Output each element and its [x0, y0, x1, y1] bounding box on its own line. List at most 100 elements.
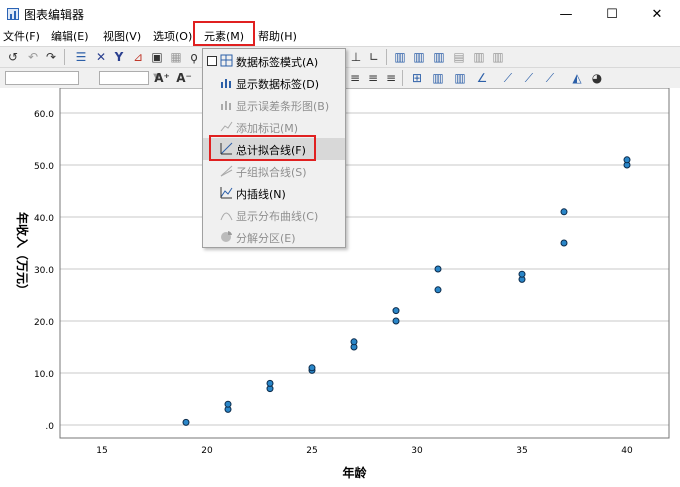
menu-item-label: 添加标记(M) — [236, 122, 299, 135]
data-point[interactable] — [392, 307, 400, 315]
data-point[interactable] — [518, 270, 526, 278]
explode-slice-icon — [220, 230, 233, 243]
toolbar-separator — [64, 49, 65, 65]
show-bars-icon[interactable]: ▥ — [431, 71, 445, 85]
font-size-field[interactable] — [99, 71, 149, 85]
menu-bar: 文件(F) 编辑(E) 视图(V) 选项(O) 元素(M) 帮助(H) — [0, 28, 680, 46]
increase-font-icon[interactable]: A⁺ — [154, 71, 170, 85]
align-left-icon[interactable]: ≡ — [348, 71, 362, 85]
data-point[interactable] — [308, 364, 316, 372]
menu-edit[interactable]: 编辑(E) — [51, 29, 89, 45]
fit-total-icon[interactable]: ⟋ — [501, 71, 515, 85]
minimize-icon: — — [559, 6, 573, 22]
show-data-labels-icon — [220, 76, 233, 89]
fit-line-highlight — [209, 135, 316, 161]
lasso-icon[interactable]: ϙ — [187, 50, 201, 64]
boxplot-icon[interactable]: ▤ — [452, 50, 466, 64]
menu-item-error-bars[interactable]: 显示误差条形图(B) — [203, 94, 345, 116]
menu-item-label: 数据标签模式(A) — [236, 56, 319, 69]
close-button[interactable]: ✕ — [634, 0, 680, 28]
data-point[interactable] — [560, 239, 568, 247]
data-label-mode-icon — [220, 54, 233, 67]
menu-item-explode-slice[interactable]: 分解分区(E) — [203, 226, 345, 248]
interpolation-line-icon — [220, 186, 233, 199]
checkbox-icon[interactable] — [207, 56, 217, 66]
x-tick-label: 15 — [96, 446, 107, 456]
decrease-font-icon[interactable]: A⁻ — [176, 71, 192, 85]
y-tick-label: 50.0 — [34, 162, 54, 172]
line-icon[interactable]: ∠ — [475, 71, 489, 85]
toolbar-separator — [386, 49, 387, 65]
fit-subgroups-icon[interactable]: ⟋ — [522, 71, 536, 85]
grid-icon[interactable]: ▦ — [169, 50, 183, 64]
data-point[interactable] — [434, 286, 442, 294]
area-chart-icon[interactable]: ▥ — [472, 50, 486, 64]
close-icon: ✕ — [651, 6, 663, 22]
error-bars-icon — [220, 98, 233, 111]
pie-explode-icon[interactable]: ◕ — [590, 71, 604, 85]
x-axis-title[interactable]: 年龄 — [342, 465, 367, 480]
data-point[interactable] — [266, 379, 274, 387]
forward-icon[interactable]: ↷ — [44, 50, 58, 64]
add-markers-icon — [220, 120, 233, 133]
data-point[interactable] — [623, 156, 631, 164]
filter-icon[interactable]: Y — [112, 50, 126, 64]
x-axis-icon[interactable]: ⊥ — [349, 50, 363, 64]
undo-icon[interactable]: ↺ — [6, 50, 20, 64]
histogram-icon[interactable]: ▥ — [432, 50, 446, 64]
menu-item-fit-line-subgroups[interactable]: 子组拟合线(S) — [203, 160, 345, 182]
delete-icon[interactable]: ✕ — [94, 50, 108, 64]
menu-item-label: 分解分区(E) — [236, 232, 296, 245]
menu-item-label: 子组拟合线(S) — [236, 166, 307, 179]
menu-item-interpolation-line[interactable]: 内插线(N) — [203, 182, 345, 204]
menu-options[interactable]: 选项(O) — [153, 29, 192, 45]
minimize-button[interactable]: — — [543, 0, 589, 28]
markers-icon[interactable]: ▥ — [453, 71, 467, 85]
select-icon[interactable]: ▣ — [150, 50, 164, 64]
x-tick-label: 40 — [621, 446, 633, 456]
align-center-icon[interactable]: ≡ — [366, 71, 380, 85]
redo-icon[interactable]: ↶ — [26, 50, 40, 64]
menu-item-data-label-mode[interactable]: 数据标签模式(A) — [203, 50, 345, 72]
data-point[interactable] — [182, 418, 190, 426]
data-point[interactable] — [350, 338, 358, 346]
y-tick-label: 60.0 — [34, 110, 54, 120]
menu-item-show-data-labels[interactable]: 显示数据标签(D) — [203, 72, 345, 94]
menu-view[interactable]: 视图(V) — [103, 29, 141, 45]
fit-line-subgroups-icon — [220, 164, 233, 177]
x-tick-label: 20 — [201, 446, 213, 456]
data-labels-icon[interactable]: ⊞ — [410, 71, 424, 85]
interpolation-icon[interactable]: ⟋ — [543, 71, 557, 85]
y-tick-label: .0 — [45, 422, 54, 432]
bar-chart-stacked-icon[interactable]: ▥ — [412, 50, 426, 64]
window-title: 图表编辑器 — [24, 8, 85, 22]
menu-item-label: 显示误差条形图(B) — [236, 100, 330, 113]
data-point[interactable] — [434, 265, 442, 273]
maximize-button[interactable]: ☐ — [589, 0, 635, 28]
distribution-icon[interactable]: ◭ — [570, 71, 584, 85]
data-point[interactable] — [560, 208, 568, 216]
data-point[interactable] — [392, 317, 400, 325]
error-bar-chart-icon[interactable]: ▥ — [491, 50, 505, 64]
y-axis-icon[interactable]: ∟ — [367, 50, 381, 64]
maximize-icon: ☐ — [606, 6, 618, 22]
y-tick-label: 20.0 — [34, 318, 54, 328]
menu-item-label: 内插线(N) — [236, 188, 286, 201]
menu-item-distribution-curve[interactable]: 显示分布曲线(C) — [203, 204, 345, 226]
data-point[interactable] — [224, 400, 232, 408]
menu-file[interactable]: 文件(F) — [3, 29, 40, 45]
menu-item-label: 显示分布曲线(C) — [236, 210, 319, 223]
scale-icon[interactable]: ⊿ — [131, 50, 145, 64]
x-tick-label: 35 — [516, 446, 527, 456]
y-axis-title[interactable]: 年收入（万元） — [15, 212, 30, 296]
menu-elements-highlight — [193, 21, 255, 46]
font-family-field[interactable] — [5, 71, 79, 85]
app-icon — [7, 8, 19, 20]
distribution-curve-icon — [220, 208, 233, 221]
align-right-icon[interactable]: ≡ — [384, 71, 398, 85]
bar-chart-icon[interactable]: ▥ — [393, 50, 407, 64]
y-tick-label: 40.0 — [34, 214, 54, 224]
menu-help[interactable]: 帮助(H) — [258, 29, 297, 45]
plot-frame — [59, 87, 670, 439]
properties-icon[interactable]: ☰ — [74, 50, 88, 64]
